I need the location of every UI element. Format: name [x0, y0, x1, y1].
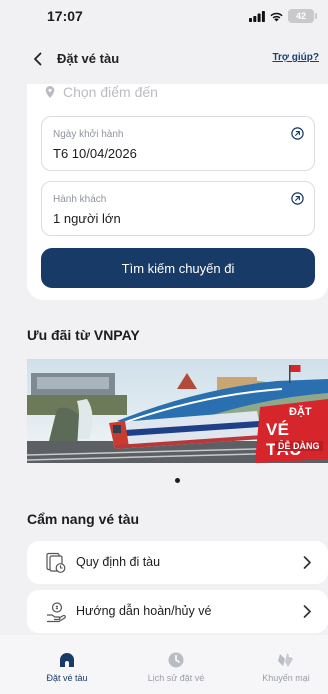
battery-indicator: 42: [288, 9, 317, 23]
guide-item-train-rules[interactable]: Quy định đi tàu: [27, 541, 328, 584]
nav-item-promotions[interactable]: Khuyến mại: [236, 635, 328, 694]
train-icon: [60, 653, 74, 667]
departure-date-value: T6 10/04/2026: [53, 146, 137, 161]
chevron-right-icon: [303, 556, 311, 569]
app-header: Đặt vé tàu Trợ giúp?: [0, 44, 328, 74]
departure-date-field[interactable]: Ngày khởi hành T6 10/04/2026: [41, 116, 315, 171]
guide-section-title: Cẩm nang vé tàu: [27, 511, 140, 527]
guide-item-refund-guide[interactable]: Hướng dẫn hoàn/hủy vé: [27, 590, 328, 633]
passenger-label: Hành khách: [53, 194, 107, 205]
passenger-value: 1 người lớn: [53, 211, 121, 226]
expand-arrow-icon: [291, 192, 304, 205]
promo-banner-text-3: DỄ DÀNG: [275, 441, 323, 451]
nav-label: Lịch sử đặt vé: [147, 673, 205, 683]
location-pin-icon: [45, 86, 55, 98]
nav-item-book-ticket[interactable]: Đặt vé tàu: [17, 635, 117, 694]
promo-banner-text-2: VÉ TÀU: [266, 420, 302, 459]
page-title: Đặt vé tàu: [57, 51, 120, 66]
bottom-navigation: Đặt vé tàu Lịch sử đặt vé Khuyến mại: [0, 635, 328, 694]
promotion-icon: [278, 653, 293, 667]
expand-arrow-icon: [291, 127, 304, 140]
departure-date-label: Ngày khởi hành: [53, 129, 124, 140]
guide-item-label: Quy định đi tàu: [76, 555, 161, 569]
battery-level: 42: [295, 11, 306, 21]
guide-item-label: Hướng dẫn hoàn/hủy vé: [76, 604, 212, 618]
promo-section-title: Ưu đãi từ VNPAY: [27, 327, 140, 343]
nav-item-booking-history[interactable]: Lịch sử đặt vé: [126, 635, 226, 694]
destination-field[interactable]: Chọn điểm đến: [45, 84, 158, 100]
nav-label: Đặt vé tàu: [46, 673, 88, 683]
search-form-card: Chọn điểm đến Ngày khởi hành T6 10/04/20…: [27, 84, 328, 300]
promo-banner-text-1: ĐẶT: [289, 406, 312, 418]
chevron-right-icon: [303, 605, 311, 618]
search-trips-button[interactable]: Tìm kiếm chuyến đi: [41, 248, 315, 288]
carousel-dot[interactable]: [175, 478, 180, 483]
document-clock-icon: [46, 552, 66, 573]
nav-label: Khuyến mại: [262, 673, 310, 683]
refund-hand-icon: [47, 602, 66, 623]
signal-icon: [249, 10, 265, 22]
status-bar: 17:07 42: [0, 0, 328, 36]
wifi-icon: [270, 12, 283, 21]
status-time: 17:07: [47, 8, 83, 24]
destination-placeholder: Chọn điểm đến: [63, 84, 158, 100]
history-icon: [168, 652, 184, 668]
status-icons: 42: [249, 9, 317, 23]
promo-banner[interactable]: ĐẶT VÉ TÀU DỄ DÀNG: [27, 359, 328, 463]
back-arrow-icon[interactable]: [28, 49, 48, 69]
help-link[interactable]: Trợ giúp?: [272, 52, 319, 63]
passenger-field[interactable]: Hành khách 1 người lớn: [41, 181, 315, 236]
